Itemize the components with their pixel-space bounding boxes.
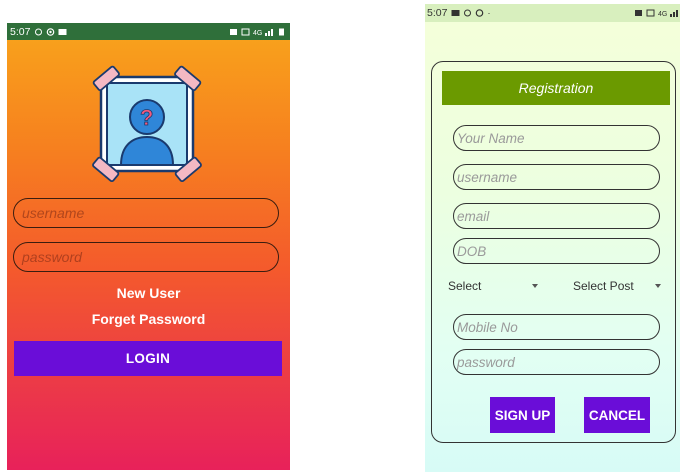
network-icon: 4G (253, 30, 262, 36)
new-user-link[interactable]: New User (7, 285, 290, 301)
username-input[interactable]: username (13, 198, 279, 228)
dob-input[interactable]: DOB (453, 238, 660, 264)
mobile-placeholder: Mobile No (457, 319, 518, 335)
post-select[interactable]: Select Post (573, 279, 661, 293)
status-time: 5:07 (10, 25, 31, 38)
battery-icon (279, 28, 284, 35)
gender-select-value: Select (448, 279, 482, 293)
login-screen: 5:07 4G ? username password New User For… (7, 23, 290, 470)
gender-select[interactable]: Select (448, 279, 538, 293)
username-input[interactable]: username (453, 164, 660, 190)
message-icon (58, 28, 67, 35)
svg-text:4G: 4G (658, 11, 667, 17)
post-select-value: Select Post (573, 279, 634, 293)
sign-up-button[interactable]: SIGN UP (490, 397, 555, 433)
volte-icon (241, 28, 250, 35)
notification-icon (35, 28, 43, 35)
status-bar: 5:07 4G (7, 23, 290, 40)
name-input[interactable]: Your Name (453, 125, 660, 151)
dropdown-caret-icon (532, 284, 538, 288)
image-icon (451, 10, 460, 16)
email-placeholder: email (457, 208, 490, 224)
email-input[interactable]: email (453, 203, 660, 229)
username-placeholder: username (22, 205, 85, 221)
password-placeholder: password (22, 249, 82, 265)
forget-password-link[interactable]: Forget Password (7, 311, 290, 327)
status-time: 5:07 (427, 7, 448, 19)
svg-text:4G: 4G (253, 30, 262, 36)
signal-icon (265, 28, 273, 36)
password-placeholder: password (457, 354, 515, 370)
person-question-icon: ? (92, 65, 202, 183)
username-placeholder: username (457, 169, 518, 185)
name-placeholder: Your Name (457, 130, 525, 146)
registration-header: Registration (442, 71, 670, 105)
network-icon: 4G (658, 11, 667, 17)
registration-screen: 5:07 · 4G Registration Your Name usernam… (425, 4, 680, 472)
alarm-icon (635, 10, 642, 16)
dot-icon: · (487, 8, 491, 18)
login-button[interactable]: LOGIN (14, 341, 282, 376)
notification-icon (464, 9, 472, 17)
dob-placeholder: DOB (457, 243, 487, 259)
password-input[interactable]: password (453, 349, 660, 375)
alarm-icon (230, 28, 237, 35)
at-icon (47, 27, 55, 36)
signal-icon (670, 10, 678, 17)
cancel-button[interactable]: CANCEL (584, 397, 650, 433)
svg-text:?: ? (140, 105, 153, 130)
password-input[interactable]: password (13, 242, 279, 272)
dropdown-caret-icon (655, 284, 661, 288)
status-bar: 5:07 · 4G (425, 4, 680, 22)
volte-icon (646, 9, 655, 17)
mobile-input[interactable]: Mobile No (453, 314, 660, 340)
at-icon (476, 9, 484, 17)
